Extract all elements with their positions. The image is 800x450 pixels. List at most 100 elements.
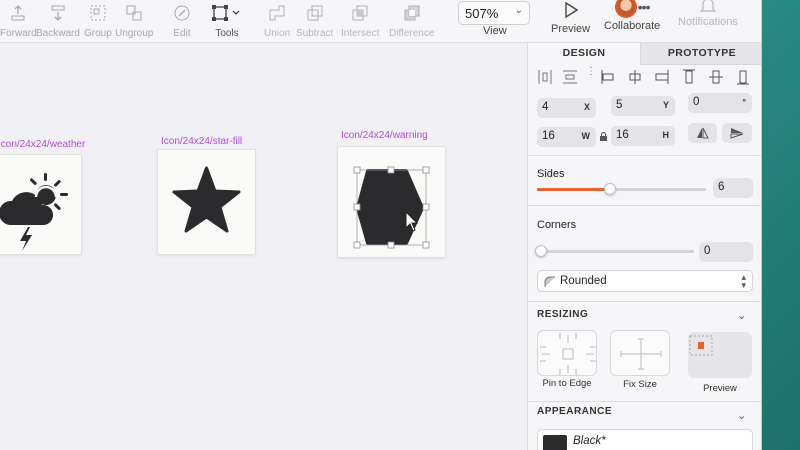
resizing-title: RESIZING — [537, 309, 589, 320]
edit-label: Edit — [173, 28, 191, 39]
intersect-button[interactable]: Intersect — [341, 4, 379, 39]
group-button[interactable]: Group — [84, 4, 112, 39]
resizing-preview-icon — [689, 335, 713, 356]
sides-slider-fill — [537, 188, 610, 191]
subtract-label: Subtract — [296, 28, 334, 39]
edit-button[interactable]: Edit — [173, 4, 191, 39]
subtract-button[interactable]: Subtract — [296, 4, 333, 39]
tab-design[interactable]: DESIGN — [528, 43, 640, 65]
preview-button[interactable]: Preview — [551, 0, 590, 35]
corners-slider-knob[interactable] — [535, 245, 547, 257]
weather-icon — [0, 173, 68, 251]
artboard-warning[interactable] — [338, 147, 445, 257]
preview-label: Preview — [551, 23, 591, 35]
sides-label: Sides — [537, 168, 565, 180]
preview-label: Preview — [703, 383, 737, 394]
artboard-star-fill[interactable] — [158, 150, 255, 254]
sides-slider-knob[interactable] — [603, 183, 616, 195]
flip-vertical-icon — [730, 128, 744, 139]
fix-size-control[interactable] — [610, 330, 670, 376]
pin-edge-icon — [540, 333, 596, 375]
rotation-field[interactable]: 0 ° — [688, 93, 752, 113]
y-suffix: Y — [662, 100, 669, 110]
union-icon — [268, 4, 286, 22]
difference-icon — [403, 4, 421, 22]
corners-value: 0 — [704, 245, 711, 257]
y-field[interactable]: 5 Y — [611, 96, 675, 116]
tools-icon — [212, 4, 242, 22]
toolbar: Forward Backward Group Ungroup Edit Tool… — [0, 0, 761, 43]
corner-style-select[interactable]: Rounded ▴ ▾ — [537, 270, 753, 292]
distribute-horizontal-icon[interactable] — [538, 69, 552, 85]
rounded-corner-icon — [544, 276, 555, 287]
artboard-label-weather[interactable]: Icon/24x24/weather — [0, 139, 85, 150]
corners-field[interactable]: 0 — [699, 242, 753, 262]
notifications-button[interactable]: Notifications — [678, 0, 738, 28]
chevron-updown-icon: ▴ ▾ — [741, 272, 746, 290]
distribute-vertical-icon[interactable] — [563, 69, 577, 85]
zoom-value: 507% — [465, 6, 499, 21]
style-name: Black* — [573, 435, 606, 447]
forward-icon — [9, 4, 27, 22]
align-left-icon[interactable] — [601, 69, 615, 85]
flip-horizontal-icon — [697, 127, 709, 139]
pin-to-edge-control[interactable] — [537, 330, 597, 376]
tools-button[interactable]: Tools — [212, 4, 242, 39]
collaborate-button[interactable]: ••• Collaborate — [604, 0, 660, 32]
ungroup-icon — [125, 4, 143, 22]
x-field[interactable]: 4 X — [537, 98, 596, 118]
tools-label: Tools — [215, 28, 239, 39]
artboard-label-star-fill[interactable]: Icon/24x24/star-fill — [161, 136, 242, 147]
align-top-icon[interactable] — [682, 69, 696, 85]
collaborate-label: Collaborate — [604, 20, 661, 32]
chevron-down-icon[interactable]: ⌄ — [737, 409, 746, 422]
canvas[interactable]: Icon/24x24/weather Icon/24x24/star-fill — [0, 43, 527, 450]
artboard-label-warning[interactable]: Icon/24x24/warning — [341, 130, 428, 141]
sides-field[interactable]: 6 — [713, 178, 753, 198]
ungroup-label: Ungroup — [115, 28, 154, 39]
rotation-value: 0 — [693, 96, 700, 108]
lock-icon[interactable] — [599, 131, 608, 142]
group-label: Group — [84, 28, 112, 39]
more-options-icon[interactable]: ⋮ — [586, 67, 600, 85]
width-field[interactable]: 16 W — [537, 127, 596, 147]
flip-vertical-button[interactable] — [722, 123, 752, 143]
rotation-suffix: ° — [742, 97, 746, 107]
hexagon-shape[interactable] — [338, 147, 445, 257]
union-label: Union — [264, 28, 291, 39]
star-icon — [172, 166, 241, 233]
notifications-label: Notifications — [678, 16, 738, 28]
inspector-tabs: DESIGN PROTOTYPE — [528, 43, 761, 65]
height-field[interactable]: 16 H — [611, 126, 675, 146]
sketch-window: Forward Backward Group Ungroup Edit Tool… — [0, 0, 762, 450]
align-bottom-icon[interactable] — [736, 69, 750, 85]
avatar — [614, 0, 637, 18]
align-right-icon[interactable] — [655, 69, 669, 85]
difference-label: Difference — [389, 28, 435, 39]
appearance-title: APPEARANCE — [537, 406, 613, 417]
divider — [528, 205, 761, 206]
corners-slider-track[interactable] — [537, 250, 694, 253]
flip-horizontal-button[interactable] — [688, 123, 717, 143]
backward-button[interactable]: Backward — [36, 4, 80, 39]
x-value: 4 — [542, 101, 549, 113]
width-value: 16 — [542, 130, 555, 142]
artboard-weather[interactable] — [0, 155, 81, 254]
difference-button[interactable]: Difference — [389, 4, 434, 39]
align-center-vertical-icon[interactable] — [709, 69, 723, 85]
style-selector[interactable]: Black* — [537, 429, 753, 450]
corner-style-value: Rounded — [560, 275, 607, 287]
ungroup-button[interactable]: Ungroup — [115, 4, 153, 39]
align-center-horizontal-icon[interactable] — [628, 69, 642, 85]
width-suffix: W — [581, 131, 591, 141]
color-swatch — [543, 435, 567, 450]
tab-prototype[interactable]: PROTOTYPE — [640, 43, 761, 65]
divider — [528, 401, 761, 402]
intersect-label: Intersect — [341, 28, 380, 39]
chevron-down-icon[interactable]: ⌄ — [737, 309, 746, 322]
forward-button[interactable]: Forward — [0, 4, 37, 39]
zoom-label: View — [483, 25, 507, 37]
fix-size-label: Fix Size — [623, 379, 657, 390]
union-button[interactable]: Union — [264, 4, 290, 39]
zoom-select[interactable]: 507% ⌄ — [458, 1, 530, 25]
